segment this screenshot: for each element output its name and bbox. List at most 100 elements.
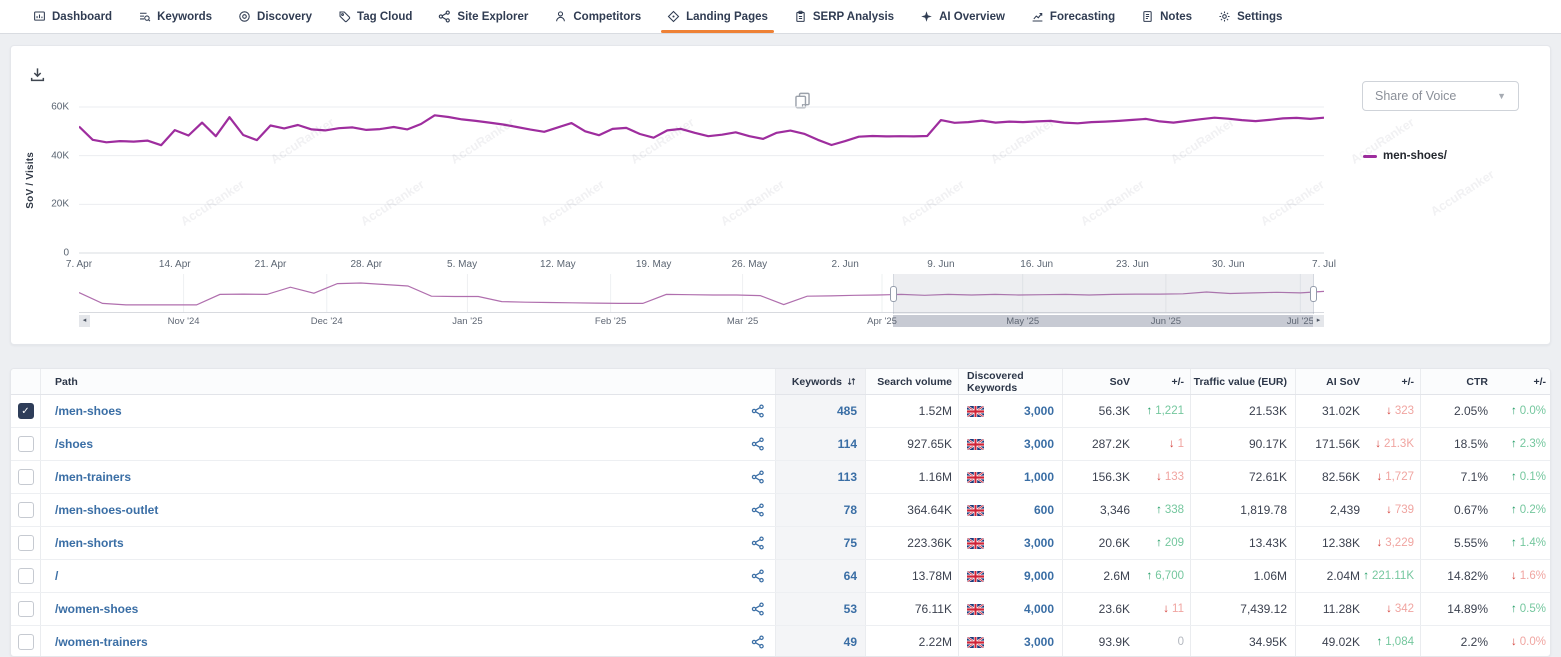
row-checkbox[interactable] — [18, 436, 34, 452]
navigator-scroll-right-icon[interactable] — [1313, 315, 1324, 327]
discovered-value[interactable]: 9,000 — [1024, 569, 1054, 583]
ai-sov-value: 2.04M — [1327, 569, 1360, 583]
discovered-value[interactable]: 3,000 — [1024, 404, 1054, 418]
delta-arrow: ↑ — [1146, 570, 1152, 582]
share-nodes-icon[interactable] — [751, 437, 765, 451]
ctr-value: 2.2% — [1461, 635, 1488, 649]
keywords-value[interactable]: 114 — [838, 437, 857, 451]
row-checkbox[interactable] — [18, 502, 34, 518]
discovered-value[interactable]: 4,000 — [1024, 602, 1054, 616]
navigator-tick-label: Nov '24 — [168, 316, 200, 327]
search-volume-cell: 1.52M — [866, 395, 959, 427]
ai-sov-value: 82.56K — [1322, 470, 1360, 484]
download-icon[interactable] — [29, 66, 46, 83]
path-link[interactable]: /shoes — [55, 437, 93, 451]
header-ctr[interactable]: CTR — [1421, 369, 1496, 394]
nav-item-dashboard[interactable]: Dashboard — [20, 0, 125, 33]
nav-item-settings[interactable]: Settings — [1205, 0, 1295, 33]
share-nodes-icon[interactable] — [751, 503, 765, 517]
discovered-value[interactable]: 600 — [1034, 503, 1054, 517]
navigator-handle-left[interactable] — [890, 286, 897, 302]
traffic-value: 34.95K — [1249, 635, 1287, 649]
header-path[interactable]: Path — [41, 369, 776, 394]
row-checkbox[interactable] — [18, 469, 34, 485]
y-tick-label: 20K — [51, 199, 69, 210]
row-checkbox-cell — [11, 494, 41, 526]
ai-sov-cell: 2.04M — [1296, 560, 1369, 592]
keywords-value[interactable]: 64 — [844, 569, 857, 583]
delta-arrow: ↑ — [1511, 537, 1517, 549]
nav-item-keywords[interactable]: Keywords — [125, 0, 225, 33]
nav-item-site-explorer[interactable]: Site Explorer — [425, 0, 541, 33]
delta-arrow: ↓ — [1375, 438, 1381, 450]
share-nodes-icon[interactable] — [751, 602, 765, 616]
discovered-value[interactable]: 3,000 — [1024, 437, 1054, 451]
share-nodes-icon[interactable] — [751, 569, 765, 583]
keywords-value[interactable]: 113 — [838, 470, 857, 484]
nav-item-discovery[interactable]: Discovery — [225, 0, 325, 33]
row-checkbox[interactable] — [18, 601, 34, 617]
nav-item-serp-analysis[interactable]: SERP Analysis — [781, 0, 907, 33]
nav-item-tag-cloud[interactable]: Tag Cloud — [325, 0, 425, 33]
path-link[interactable]: /men-shorts — [55, 536, 124, 550]
header-search-volume[interactable]: Search volume — [866, 369, 959, 394]
header-sov-change[interactable]: +/- — [1139, 369, 1191, 394]
keywords-value[interactable]: 49 — [844, 635, 857, 649]
discovered-value[interactable]: 1,000 — [1024, 470, 1054, 484]
share-nodes-icon[interactable] — [751, 635, 765, 649]
header-ai-sov-change[interactable]: +/- — [1369, 369, 1421, 394]
navigator-scrollbar-thumb[interactable] — [893, 315, 1314, 327]
header-ai-sov[interactable]: AI SoV — [1296, 369, 1369, 394]
nav-item-label: Landing Pages — [686, 11, 768, 23]
metric-select[interactable]: Share of Voice — [1362, 81, 1519, 111]
path-link[interactable]: /men-shoes — [55, 404, 122, 418]
delta-arrow: ↑ — [1511, 603, 1517, 615]
nav-item-landing-pages[interactable]: Landing Pages — [654, 0, 781, 33]
navigator-selection[interactable] — [893, 274, 1314, 314]
row-checkbox[interactable] — [18, 403, 34, 419]
ctr-value: 14.89% — [1447, 602, 1488, 616]
discovered-value[interactable]: 3,000 — [1024, 536, 1054, 550]
nav-item-competitors[interactable]: Competitors — [541, 0, 654, 33]
share-nodes-icon[interactable] — [751, 536, 765, 550]
keywords-value[interactable]: 53 — [844, 602, 857, 616]
ai-sov-value: 171.56K — [1315, 437, 1360, 451]
search-volume-value: 76.11K — [915, 602, 952, 616]
path-cell: /women-trainers — [41, 626, 776, 657]
navigator-chart — [79, 274, 1324, 314]
nav-item-notes[interactable]: Notes — [1128, 0, 1205, 33]
path-link[interactable]: /men-shoes-outlet — [55, 503, 158, 517]
table-header-row: Path Keywords Search volume Discovered K… — [11, 369, 1550, 395]
header-traffic-value[interactable]: Traffic value (EUR) — [1191, 369, 1296, 394]
row-checkbox[interactable] — [18, 568, 34, 584]
path-link[interactable]: /women-shoes — [55, 602, 138, 616]
keywords-value[interactable]: 75 — [844, 536, 857, 550]
ai-sov-delta-cell: ↓1,727 — [1369, 461, 1421, 493]
path-link[interactable]: / — [55, 569, 58, 583]
keywords-value[interactable]: 78 — [844, 503, 857, 517]
header-discovered-keywords[interactable]: Discovered Keywords — [959, 369, 1063, 394]
path-link[interactable]: /women-trainers — [55, 635, 148, 649]
row-checkbox[interactable] — [18, 634, 34, 650]
traffic-value-cell: 1,819.78 — [1191, 494, 1296, 526]
share-nodes-icon[interactable] — [751, 404, 765, 418]
header-sov[interactable]: SoV — [1063, 369, 1139, 394]
legend-item[interactable]: men-shoes/ — [1363, 150, 1447, 162]
keywords-value[interactable]: 485 — [837, 404, 857, 418]
x-tick-label: 14. Apr — [159, 259, 191, 270]
row-checkbox[interactable] — [18, 535, 34, 551]
delta-arrow: ↑ — [1146, 405, 1152, 417]
discovered-cell: 600 — [959, 494, 1063, 526]
navigator-scroll-left-icon[interactable] — [79, 315, 90, 327]
share-nodes-icon[interactable] — [751, 470, 765, 484]
sov-value: 156.3K — [1092, 470, 1130, 484]
nav-item-forecasting[interactable]: Forecasting — [1018, 0, 1128, 33]
header-keywords[interactable]: Keywords — [776, 369, 866, 394]
navigator-handle-right[interactable] — [1310, 286, 1317, 302]
keywords-cell: 78 — [776, 494, 866, 526]
delta-arrow: ↓ — [1156, 471, 1162, 483]
nav-item-ai-overview[interactable]: AI Overview — [907, 0, 1018, 33]
header-ctr-change[interactable]: +/- — [1496, 369, 1551, 394]
discovered-value[interactable]: 3,000 — [1024, 635, 1054, 649]
path-link[interactable]: /men-trainers — [55, 470, 131, 484]
